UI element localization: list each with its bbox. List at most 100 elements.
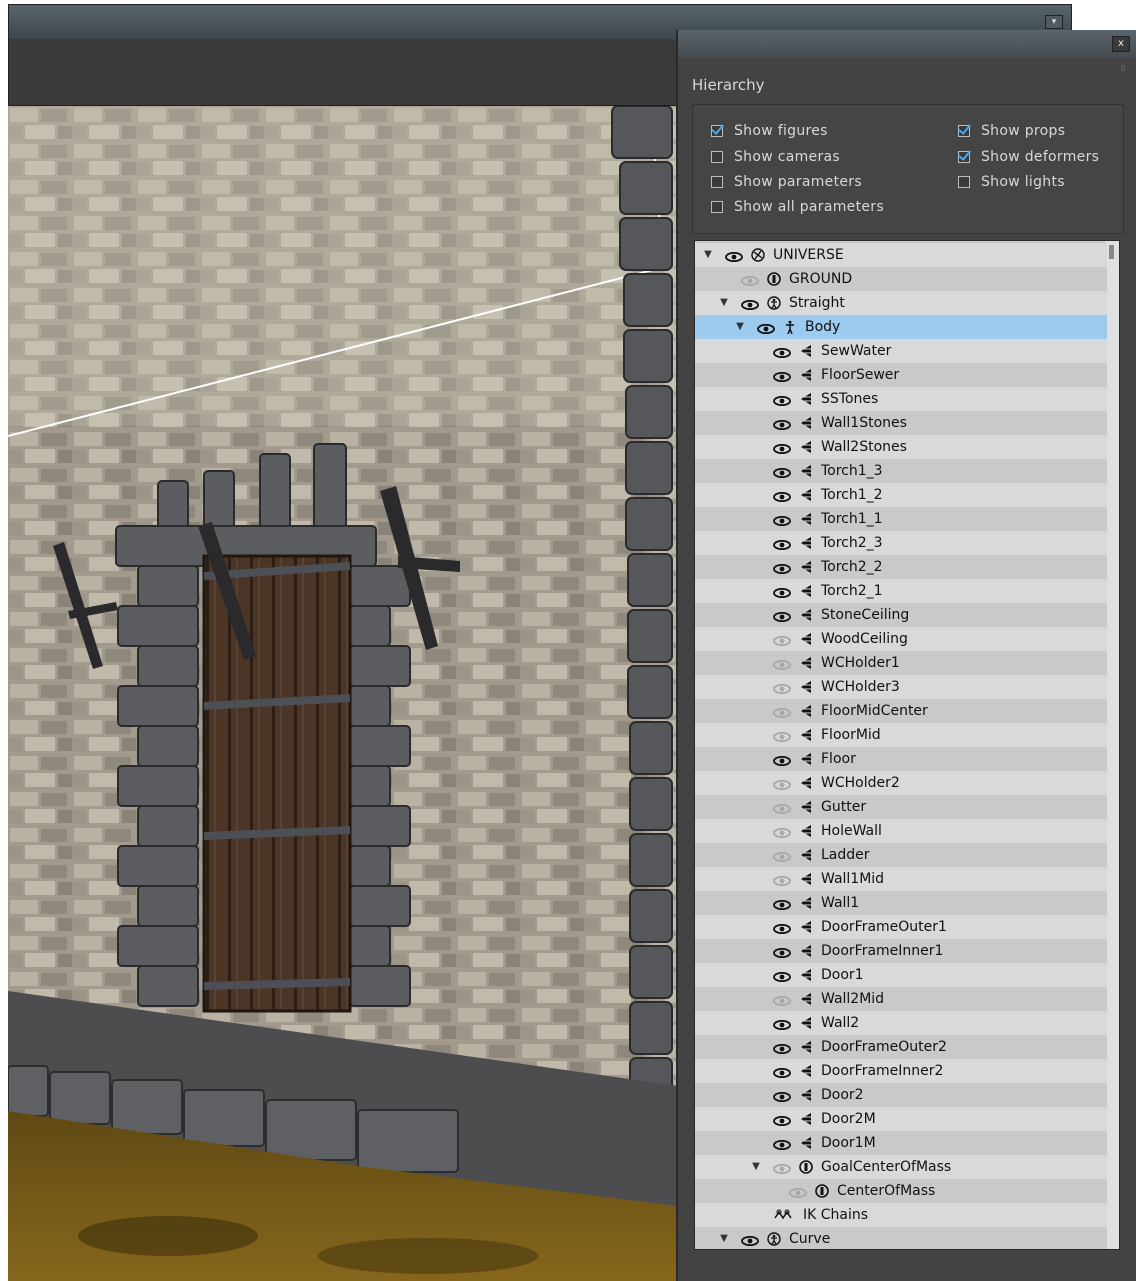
eye-visibility-icon[interactable] bbox=[741, 1234, 759, 1247]
tree-row[interactable]: HoleWall bbox=[695, 819, 1107, 843]
tree-row[interactable]: Torch2_2 bbox=[695, 555, 1107, 579]
tree-row[interactable]: DoorFrameOuter2 bbox=[695, 1035, 1107, 1059]
checkbox-show-lights[interactable] bbox=[958, 176, 970, 188]
eye-visibility-icon[interactable] bbox=[773, 826, 791, 839]
tree-row[interactable]: Torch1_2 bbox=[695, 483, 1107, 507]
eye-visibility-icon[interactable] bbox=[725, 250, 743, 263]
checkbox-show-cameras[interactable] bbox=[711, 151, 723, 163]
tree-row[interactable]: GROUND bbox=[695, 267, 1107, 291]
eye-visibility-icon[interactable] bbox=[773, 994, 791, 1007]
eye-visibility-icon[interactable] bbox=[773, 514, 791, 527]
eye-visibility-icon[interactable] bbox=[773, 658, 791, 671]
tree-row[interactable]: Door1 bbox=[695, 963, 1107, 987]
expand-triangle-icon[interactable]: ▼ bbox=[719, 298, 729, 308]
eye-visibility-icon[interactable] bbox=[773, 922, 791, 935]
tree-row[interactable]: Torch2_1 bbox=[695, 579, 1107, 603]
tree-row[interactable]: Wall1Stones bbox=[695, 411, 1107, 435]
tree-row[interactable]: WCHolder2 bbox=[695, 771, 1107, 795]
eye-visibility-icon[interactable] bbox=[773, 586, 791, 599]
tree-row[interactable]: ▼ UNIVERSE bbox=[695, 243, 1107, 267]
option-show-props[interactable]: Show props bbox=[958, 123, 1065, 139]
tree-row[interactable]: WoodCeiling bbox=[695, 627, 1107, 651]
eye-visibility-icon[interactable] bbox=[741, 274, 759, 287]
tree-row[interactable]: Wall2Mid bbox=[695, 987, 1107, 1011]
eye-visibility-icon[interactable] bbox=[773, 778, 791, 791]
option-show-parameters[interactable]: Show parameters bbox=[711, 174, 862, 190]
tree-row[interactable]: Wall1Mid bbox=[695, 867, 1107, 891]
eye-visibility-icon[interactable] bbox=[773, 634, 791, 647]
scrollbar-thumb[interactable] bbox=[1109, 245, 1114, 259]
tree-row[interactable]: StoneCeiling bbox=[695, 603, 1107, 627]
checkbox-show-figures[interactable] bbox=[711, 125, 723, 137]
tree-row[interactable]: CenterOfMass bbox=[695, 1179, 1107, 1203]
close-button[interactable]: x bbox=[1112, 36, 1130, 52]
option-show-figures[interactable]: Show figures bbox=[711, 123, 828, 139]
eye-visibility-icon[interactable] bbox=[773, 610, 791, 623]
panel-titlebar[interactable]: x bbox=[678, 30, 1136, 58]
eye-visibility-icon[interactable] bbox=[773, 1162, 791, 1175]
checkbox-show-deformers[interactable] bbox=[958, 151, 970, 163]
tree-row[interactable]: WCHolder3 bbox=[695, 675, 1107, 699]
tree-row[interactable]: Wall1 bbox=[695, 891, 1107, 915]
tree-row[interactable]: Wall2Stones bbox=[695, 435, 1107, 459]
main-minimize-button[interactable]: ▾ bbox=[1045, 15, 1063, 29]
checkbox-show-parameters[interactable] bbox=[711, 176, 723, 188]
tree-row[interactable]: Gutter bbox=[695, 795, 1107, 819]
tree-row[interactable]: SewWater bbox=[695, 339, 1107, 363]
tree-row[interactable]: Door2M bbox=[695, 1107, 1107, 1131]
tree-row[interactable]: SSTones bbox=[695, 387, 1107, 411]
tree-row[interactable]: ▼ Straight bbox=[695, 291, 1107, 315]
hierarchy-tree[interactable]: ▼ UNIVERSE GROUND ▼ Straight ▼ Body SewWater Flo… bbox=[694, 240, 1120, 1250]
tree-row[interactable]: FloorSewer bbox=[695, 363, 1107, 387]
option-show-lights[interactable]: Show lights bbox=[958, 174, 1065, 190]
scene-viewport[interactable] bbox=[8, 106, 678, 1281]
tree-row[interactable]: Ladder bbox=[695, 843, 1107, 867]
eye-visibility-icon[interactable] bbox=[773, 946, 791, 959]
eye-visibility-icon[interactable] bbox=[773, 706, 791, 719]
tree-row[interactable]: ▼ GoalCenterOfMass bbox=[695, 1155, 1107, 1179]
tree-row[interactable]: ▼ Curve bbox=[695, 1227, 1107, 1249]
tree-row[interactable]: Floor bbox=[695, 747, 1107, 771]
eye-visibility-icon[interactable] bbox=[773, 562, 791, 575]
eye-visibility-icon[interactable] bbox=[773, 970, 791, 983]
eye-visibility-icon[interactable] bbox=[741, 298, 759, 311]
eye-visibility-icon[interactable] bbox=[773, 442, 791, 455]
tree-row[interactable]: FloorMidCenter bbox=[695, 699, 1107, 723]
checkbox-show-props[interactable] bbox=[958, 125, 970, 137]
eye-visibility-icon[interactable] bbox=[773, 850, 791, 863]
option-show-deformers[interactable]: Show deformers bbox=[958, 149, 1099, 165]
tree-row[interactable]: ▼ Body bbox=[695, 315, 1107, 339]
eye-visibility-icon[interactable] bbox=[773, 1138, 791, 1151]
eye-visibility-icon[interactable] bbox=[789, 1186, 807, 1199]
eye-visibility-icon[interactable] bbox=[773, 1042, 791, 1055]
tree-row[interactable]: DoorFrameInner2 bbox=[695, 1059, 1107, 1083]
eye-visibility-icon[interactable] bbox=[773, 490, 791, 503]
expand-triangle-icon[interactable]: ▼ bbox=[719, 1234, 729, 1244]
expand-triangle-icon[interactable]: ▼ bbox=[751, 1162, 761, 1172]
checkbox-show-all-parameters[interactable] bbox=[711, 201, 723, 213]
option-show-cameras[interactable]: Show cameras bbox=[711, 149, 840, 165]
tree-row[interactable]: DoorFrameInner1 bbox=[695, 939, 1107, 963]
eye-visibility-icon[interactable] bbox=[773, 538, 791, 551]
eye-visibility-icon[interactable] bbox=[773, 1114, 791, 1127]
tree-row[interactable]: DoorFrameOuter1 bbox=[695, 915, 1107, 939]
tree-row[interactable]: Torch1_1 bbox=[695, 507, 1107, 531]
option-show-all-parameters[interactable]: Show all parameters bbox=[711, 199, 884, 215]
eye-visibility-icon[interactable] bbox=[773, 394, 791, 407]
eye-visibility-icon[interactable] bbox=[757, 322, 775, 335]
tree-row[interactable]: FloorMid bbox=[695, 723, 1107, 747]
tree-row[interactable]: WCHolder1 bbox=[695, 651, 1107, 675]
eye-visibility-icon[interactable] bbox=[773, 898, 791, 911]
tree-row[interactable]: Torch1_3 bbox=[695, 459, 1107, 483]
panel-grip-icon[interactable]: ⠿ bbox=[1120, 64, 1126, 73]
eye-visibility-icon[interactable] bbox=[773, 370, 791, 383]
eye-visibility-icon[interactable] bbox=[773, 466, 791, 479]
eye-visibility-icon[interactable] bbox=[773, 1066, 791, 1079]
tree-row[interactable]: Door2 bbox=[695, 1083, 1107, 1107]
eye-visibility-icon[interactable] bbox=[773, 730, 791, 743]
expand-triangle-icon[interactable]: ▼ bbox=[703, 250, 713, 260]
eye-visibility-icon[interactable] bbox=[773, 1090, 791, 1103]
eye-visibility-icon[interactable] bbox=[773, 682, 791, 695]
tree-row[interactable]: IK Chains bbox=[695, 1203, 1107, 1227]
tree-row[interactable]: Door1M bbox=[695, 1131, 1107, 1155]
